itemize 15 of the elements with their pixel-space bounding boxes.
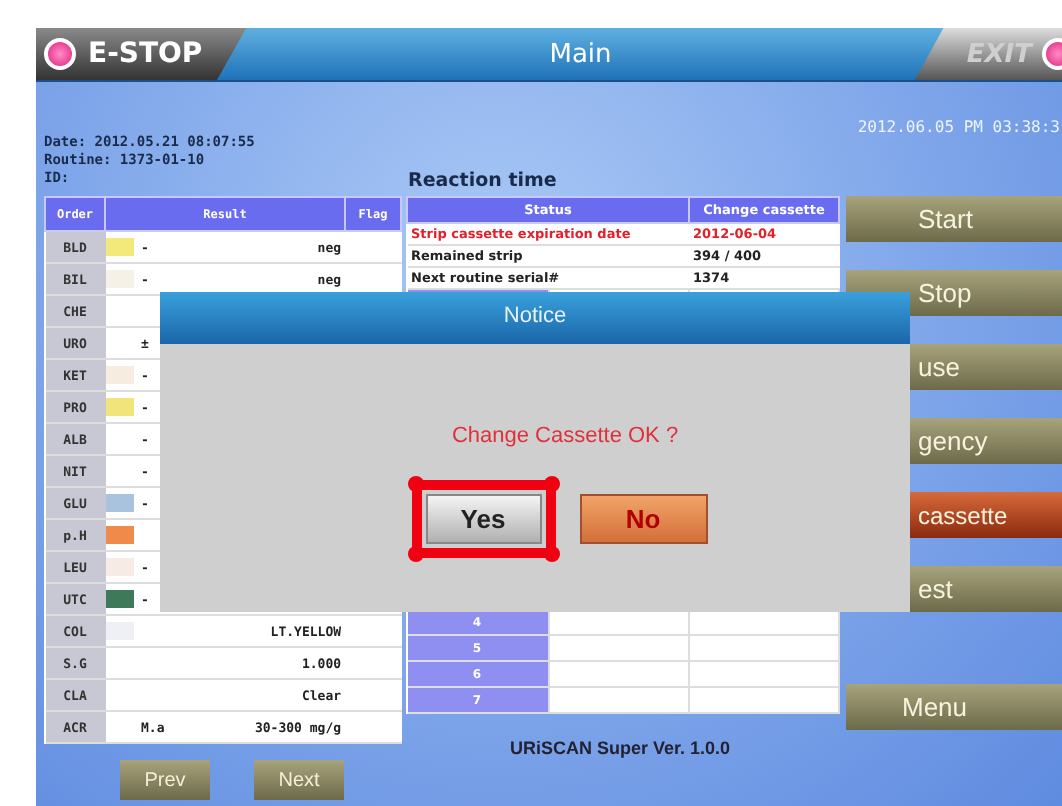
stop-icon	[44, 38, 76, 70]
window-title: Main	[549, 39, 612, 69]
dialog-button[interactable]: Yes	[425, 494, 541, 544]
exit-button[interactable]: EXIT	[914, 28, 1062, 80]
e-stop-button[interactable]: E-STOP	[36, 28, 247, 80]
side-button[interactable]: Start	[846, 196, 1062, 242]
clock-text: 2012.06.05 PM 03:38:3	[857, 118, 1060, 136]
nav-button[interactable]: Next	[254, 760, 344, 800]
version-text: URiSCAN Super Ver. 1.0.0	[507, 738, 733, 758]
dialog-button[interactable]: No	[579, 494, 707, 544]
dialog-message: Change Cassette OK ?	[451, 424, 679, 448]
dialog-title: Notice	[160, 292, 910, 344]
menu-button[interactable]: Menu	[846, 684, 1062, 730]
nav-button[interactable]: Prev	[120, 760, 210, 800]
reaction-time-label: Reaction time	[408, 170, 557, 192]
